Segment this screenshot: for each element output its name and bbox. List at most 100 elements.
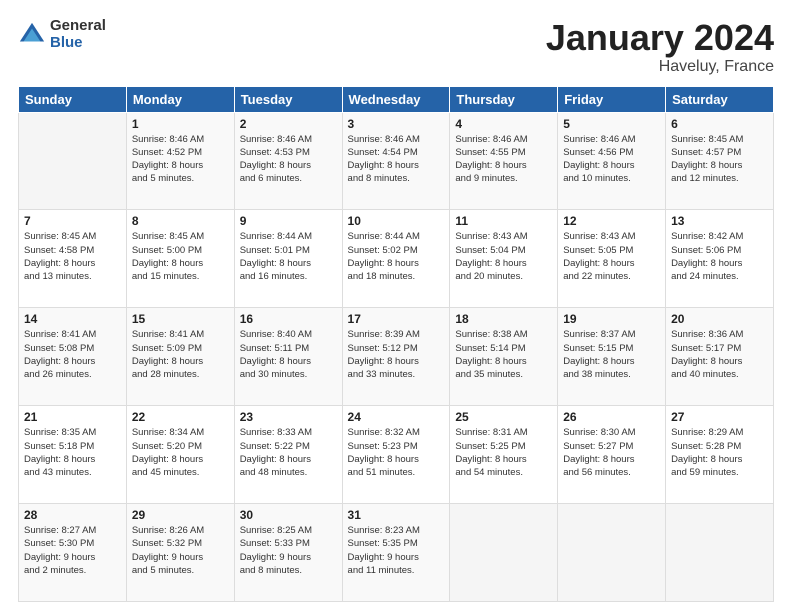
day-info: Sunrise: 8:30 AM Sunset: 5:27 PM Dayligh… <box>563 426 660 479</box>
day-info: Sunrise: 8:45 AM Sunset: 5:00 PM Dayligh… <box>132 230 229 283</box>
day-number: 23 <box>240 410 337 424</box>
day-number: 25 <box>455 410 552 424</box>
calendar-cell: 9 Sunrise: 8:44 AM Sunset: 5:01 PM Daylig… <box>234 210 342 308</box>
header-row: SundayMondayTuesdayWednesdayThursdayFrid… <box>19 86 774 112</box>
week-row-2: 7 Sunrise: 8:45 AM Sunset: 4:58 PM Daylig… <box>19 210 774 308</box>
day-info: Sunrise: 8:44 AM Sunset: 5:01 PM Dayligh… <box>240 230 337 283</box>
calendar-cell: 25 Sunrise: 8:31 AM Sunset: 5:25 PM Dayli… <box>450 406 558 504</box>
calendar-cell: 2 Sunrise: 8:46 AM Sunset: 4:53 PM Daylig… <box>234 112 342 210</box>
calendar-table: SundayMondayTuesdayWednesdayThursdayFrid… <box>18 86 774 602</box>
day-number: 17 <box>348 312 445 326</box>
day-number: 10 <box>348 214 445 228</box>
logo-general: General <box>50 18 106 35</box>
day-info: Sunrise: 8:45 AM Sunset: 4:57 PM Dayligh… <box>671 133 768 186</box>
calendar-cell: 7 Sunrise: 8:45 AM Sunset: 4:58 PM Daylig… <box>19 210 127 308</box>
calendar-cell: 5 Sunrise: 8:46 AM Sunset: 4:56 PM Daylig… <box>558 112 666 210</box>
calendar-cell: 16 Sunrise: 8:40 AM Sunset: 5:11 PM Dayli… <box>234 308 342 406</box>
day-info: Sunrise: 8:37 AM Sunset: 5:15 PM Dayligh… <box>563 328 660 381</box>
day-header-tuesday: Tuesday <box>234 86 342 112</box>
day-number: 8 <box>132 214 229 228</box>
day-number: 27 <box>671 410 768 424</box>
day-info: Sunrise: 8:38 AM Sunset: 5:14 PM Dayligh… <box>455 328 552 381</box>
day-number: 14 <box>24 312 121 326</box>
day-info: Sunrise: 8:45 AM Sunset: 4:58 PM Dayligh… <box>24 230 121 283</box>
day-number: 28 <box>24 508 121 522</box>
calendar-cell: 24Sunrise: 8:32 AM Sunset: 5:23 PM Dayli… <box>342 406 450 504</box>
calendar-cell: 20Sunrise: 8:36 AM Sunset: 5:17 PM Dayli… <box>666 308 774 406</box>
calendar-cell: 14 Sunrise: 8:41 AM Sunset: 5:08 PM Dayli… <box>19 308 127 406</box>
day-number: 5 <box>563 117 660 131</box>
day-header-thursday: Thursday <box>450 86 558 112</box>
calendar-cell: 8 Sunrise: 8:45 AM Sunset: 5:00 PM Daylig… <box>126 210 234 308</box>
calendar-cell: 27 Sunrise: 8:29 AM Sunset: 5:28 PM Dayli… <box>666 406 774 504</box>
day-info: Sunrise: 8:46 AM Sunset: 4:55 PM Dayligh… <box>455 133 552 186</box>
day-number: 7 <box>24 214 121 228</box>
logo: General Blue <box>18 18 106 51</box>
day-info: Sunrise: 8:26 AM Sunset: 5:32 PM Dayligh… <box>132 524 229 577</box>
day-info: Sunrise: 8:42 AM Sunset: 5:06 PM Dayligh… <box>671 230 768 283</box>
calendar-cell: 29 Sunrise: 8:26 AM Sunset: 5:32 PM Dayli… <box>126 504 234 602</box>
day-number: 19 <box>563 312 660 326</box>
month-title: January 2024 <box>546 18 774 58</box>
day-number: 13 <box>671 214 768 228</box>
day-info: Sunrise: 8:31 AM Sunset: 5:25 PM Dayligh… <box>455 426 552 479</box>
day-header-sunday: Sunday <box>19 86 127 112</box>
day-number: 18 <box>455 312 552 326</box>
day-number: 11 <box>455 214 552 228</box>
day-number: 2 <box>240 117 337 131</box>
day-info: Sunrise: 8:41 AM Sunset: 5:08 PM Dayligh… <box>24 328 121 381</box>
calendar-cell: 10Sunrise: 8:44 AM Sunset: 5:02 PM Dayli… <box>342 210 450 308</box>
day-info: Sunrise: 8:46 AM Sunset: 4:56 PM Dayligh… <box>563 133 660 186</box>
header: General Blue January 2024 Haveluy, Franc… <box>18 18 774 76</box>
week-row-1: 1Sunrise: 8:46 AM Sunset: 4:52 PM Daylig… <box>19 112 774 210</box>
day-number: 6 <box>671 117 768 131</box>
calendar-cell: 22Sunrise: 8:34 AM Sunset: 5:20 PM Dayli… <box>126 406 234 504</box>
location: Haveluy, France <box>546 58 774 76</box>
day-header-monday: Monday <box>126 86 234 112</box>
day-info: Sunrise: 8:39 AM Sunset: 5:12 PM Dayligh… <box>348 328 445 381</box>
day-info: Sunrise: 8:46 AM Sunset: 4:53 PM Dayligh… <box>240 133 337 186</box>
calendar-cell <box>19 112 127 210</box>
day-number: 22 <box>132 410 229 424</box>
day-number: 21 <box>24 410 121 424</box>
calendar-cell: 28 Sunrise: 8:27 AM Sunset: 5:30 PM Dayli… <box>19 504 127 602</box>
day-number: 30 <box>240 508 337 522</box>
day-info: Sunrise: 8:40 AM Sunset: 5:11 PM Dayligh… <box>240 328 337 381</box>
calendar-cell <box>558 504 666 602</box>
day-number: 31 <box>348 508 445 522</box>
calendar-cell: 4 Sunrise: 8:46 AM Sunset: 4:55 PM Daylig… <box>450 112 558 210</box>
week-row-5: 28 Sunrise: 8:27 AM Sunset: 5:30 PM Dayli… <box>19 504 774 602</box>
day-info: Sunrise: 8:35 AM Sunset: 5:18 PM Dayligh… <box>24 426 121 479</box>
title-section: January 2024 Haveluy, France <box>546 18 774 76</box>
calendar-cell <box>666 504 774 602</box>
calendar-cell: 1Sunrise: 8:46 AM Sunset: 4:52 PM Daylig… <box>126 112 234 210</box>
day-header-saturday: Saturday <box>666 86 774 112</box>
day-number: 12 <box>563 214 660 228</box>
calendar-cell: 30 Sunrise: 8:25 AM Sunset: 5:33 PM Dayli… <box>234 504 342 602</box>
day-number: 4 <box>455 117 552 131</box>
day-number: 26 <box>563 410 660 424</box>
week-row-4: 21 Sunrise: 8:35 AM Sunset: 5:18 PM Dayli… <box>19 406 774 504</box>
calendar-cell: 15 Sunrise: 8:41 AM Sunset: 5:09 PM Dayli… <box>126 308 234 406</box>
day-number: 29 <box>132 508 229 522</box>
day-number: 15 <box>132 312 229 326</box>
day-header-friday: Friday <box>558 86 666 112</box>
day-info: Sunrise: 8:27 AM Sunset: 5:30 PM Dayligh… <box>24 524 121 577</box>
logo-icon <box>18 21 46 49</box>
day-number: 24 <box>348 410 445 424</box>
calendar-cell: 26 Sunrise: 8:30 AM Sunset: 5:27 PM Dayli… <box>558 406 666 504</box>
day-info: Sunrise: 8:23 AM Sunset: 5:35 PM Dayligh… <box>348 524 445 577</box>
calendar-cell: 21 Sunrise: 8:35 AM Sunset: 5:18 PM Dayli… <box>19 406 127 504</box>
day-info: Sunrise: 8:43 AM Sunset: 5:05 PM Dayligh… <box>563 230 660 283</box>
day-number: 3 <box>348 117 445 131</box>
calendar-cell <box>450 504 558 602</box>
week-row-3: 14 Sunrise: 8:41 AM Sunset: 5:08 PM Dayli… <box>19 308 774 406</box>
day-number: 9 <box>240 214 337 228</box>
day-info: Sunrise: 8:29 AM Sunset: 5:28 PM Dayligh… <box>671 426 768 479</box>
day-number: 16 <box>240 312 337 326</box>
calendar-cell: 12 Sunrise: 8:43 AM Sunset: 5:05 PM Dayli… <box>558 210 666 308</box>
day-info: Sunrise: 8:46 AM Sunset: 4:52 PM Dayligh… <box>132 133 229 186</box>
day-info: Sunrise: 8:41 AM Sunset: 5:09 PM Dayligh… <box>132 328 229 381</box>
day-info: Sunrise: 8:43 AM Sunset: 5:04 PM Dayligh… <box>455 230 552 283</box>
day-info: Sunrise: 8:25 AM Sunset: 5:33 PM Dayligh… <box>240 524 337 577</box>
